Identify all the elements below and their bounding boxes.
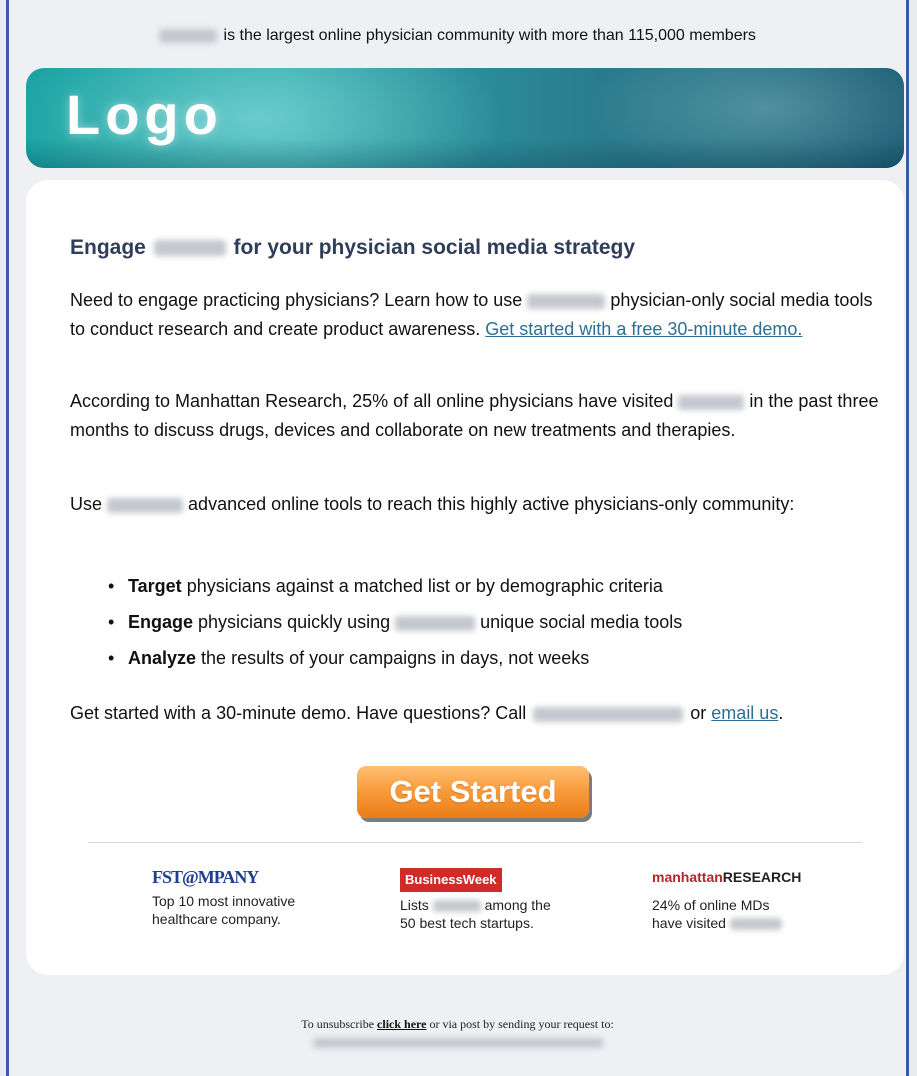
headline-start: Engage xyxy=(70,236,146,259)
press-text: Top 10 most innovative xyxy=(152,893,296,909)
divider xyxy=(88,842,862,843)
get-started-button[interactable]: Get Started xyxy=(357,766,589,818)
feature-keyword: Target xyxy=(128,576,182,596)
fast-company-logo: FST@MPANY xyxy=(152,867,259,887)
redacted-brand xyxy=(678,394,745,410)
list-item: Engage physicians quickly using unique s… xyxy=(108,608,682,644)
email-frame: is the largest online physician communit… xyxy=(6,0,909,1076)
footer-text: or via post by sending your request to: xyxy=(429,1017,614,1031)
press-text: Lists among the xyxy=(400,896,551,914)
free-demo-link[interactable]: Get started with a free 30-minute demo. xyxy=(485,319,802,339)
feature-keyword: Engage xyxy=(128,612,194,632)
tagline-text: is the largest online physician communit… xyxy=(223,27,756,44)
content-card: Engage for your physician social media s… xyxy=(26,180,904,975)
list-item: Target physicians against a matched list… xyxy=(108,572,682,608)
unsubscribe-footer: To unsubscribe click here or via post by… xyxy=(9,1017,906,1049)
press-manhattan-research: manhattanRESEARCH 24% of online MDs have… xyxy=(652,868,801,932)
redacted-brand xyxy=(159,28,218,43)
intro-text: Need to engage practicing physicians? Le… xyxy=(70,290,523,310)
logo-part: RESEARCH xyxy=(722,869,802,885)
redacted-brand xyxy=(395,615,476,631)
footer-text: To unsubscribe xyxy=(301,1017,375,1031)
research-paragraph: According to Manhattan Research, 25% of … xyxy=(70,387,882,445)
feature-text: physicians quickly using xyxy=(198,612,391,632)
redacted-brand xyxy=(729,918,782,931)
email-us-link[interactable]: email us xyxy=(711,703,778,723)
press-text: have visited xyxy=(652,914,801,932)
redacted-brand xyxy=(527,293,606,309)
press-businessweek: BusinessWeek Lists among the 50 best tec… xyxy=(400,868,551,932)
press-text-part: Lists xyxy=(400,897,429,913)
press-text: healthcare company. xyxy=(152,911,281,927)
feature-text: the results of your campaigns in days, n… xyxy=(201,648,590,668)
list-item: Analyze the results of your campaigns in… xyxy=(108,644,682,680)
feature-keyword: Analyze xyxy=(128,648,197,668)
redacted-brand xyxy=(153,240,226,257)
page-title: Engage for your physician social media s… xyxy=(70,236,635,260)
redacted-phone xyxy=(533,706,684,722)
contact-line: Get started with a 30-minute demo. Have … xyxy=(70,699,783,728)
intro-paragraph: Need to engage practicing physicians? Le… xyxy=(70,286,882,344)
contact-text: Get started with a 30-minute demo. Have … xyxy=(70,703,527,723)
headline-end: for your physician social media strategy xyxy=(233,236,636,259)
unsubscribe-link[interactable]: click here xyxy=(377,1017,426,1031)
tools-text: Use xyxy=(70,494,103,514)
press-text: 24% of online MDs xyxy=(652,897,770,913)
logo: Logo xyxy=(66,83,223,146)
businessweek-logo: BusinessWeek xyxy=(400,868,502,892)
redacted-brand xyxy=(432,900,481,913)
manhattan-research-logo: manhattanRESEARCH xyxy=(652,868,801,886)
contact-text: or xyxy=(690,703,707,723)
tools-paragraph: Use advanced online tools to reach this … xyxy=(70,490,882,519)
press-text: 50 best tech startups. xyxy=(400,915,534,931)
header-banner: Logo xyxy=(26,68,904,168)
logo-part: manhattan xyxy=(652,869,723,885)
press-text-part: have visited xyxy=(652,915,726,931)
press-text-part: among the xyxy=(484,897,551,913)
feature-text: unique social media tools xyxy=(480,612,683,632)
research-text: According to Manhattan Research, 25% of … xyxy=(70,391,674,411)
feature-text: physicians against a matched list or by … xyxy=(186,576,663,596)
redacted-brand xyxy=(107,497,184,513)
community-tagline: is the largest online physician communit… xyxy=(9,27,906,45)
redacted-address xyxy=(312,1038,603,1049)
press-fastcompany: FST@MPANY Top 10 most innovative healthc… xyxy=(152,868,295,928)
contact-period: . xyxy=(778,703,784,723)
tools-text: advanced online tools to reach this high… xyxy=(188,494,795,514)
feature-list: Target physicians against a matched list… xyxy=(108,572,682,680)
